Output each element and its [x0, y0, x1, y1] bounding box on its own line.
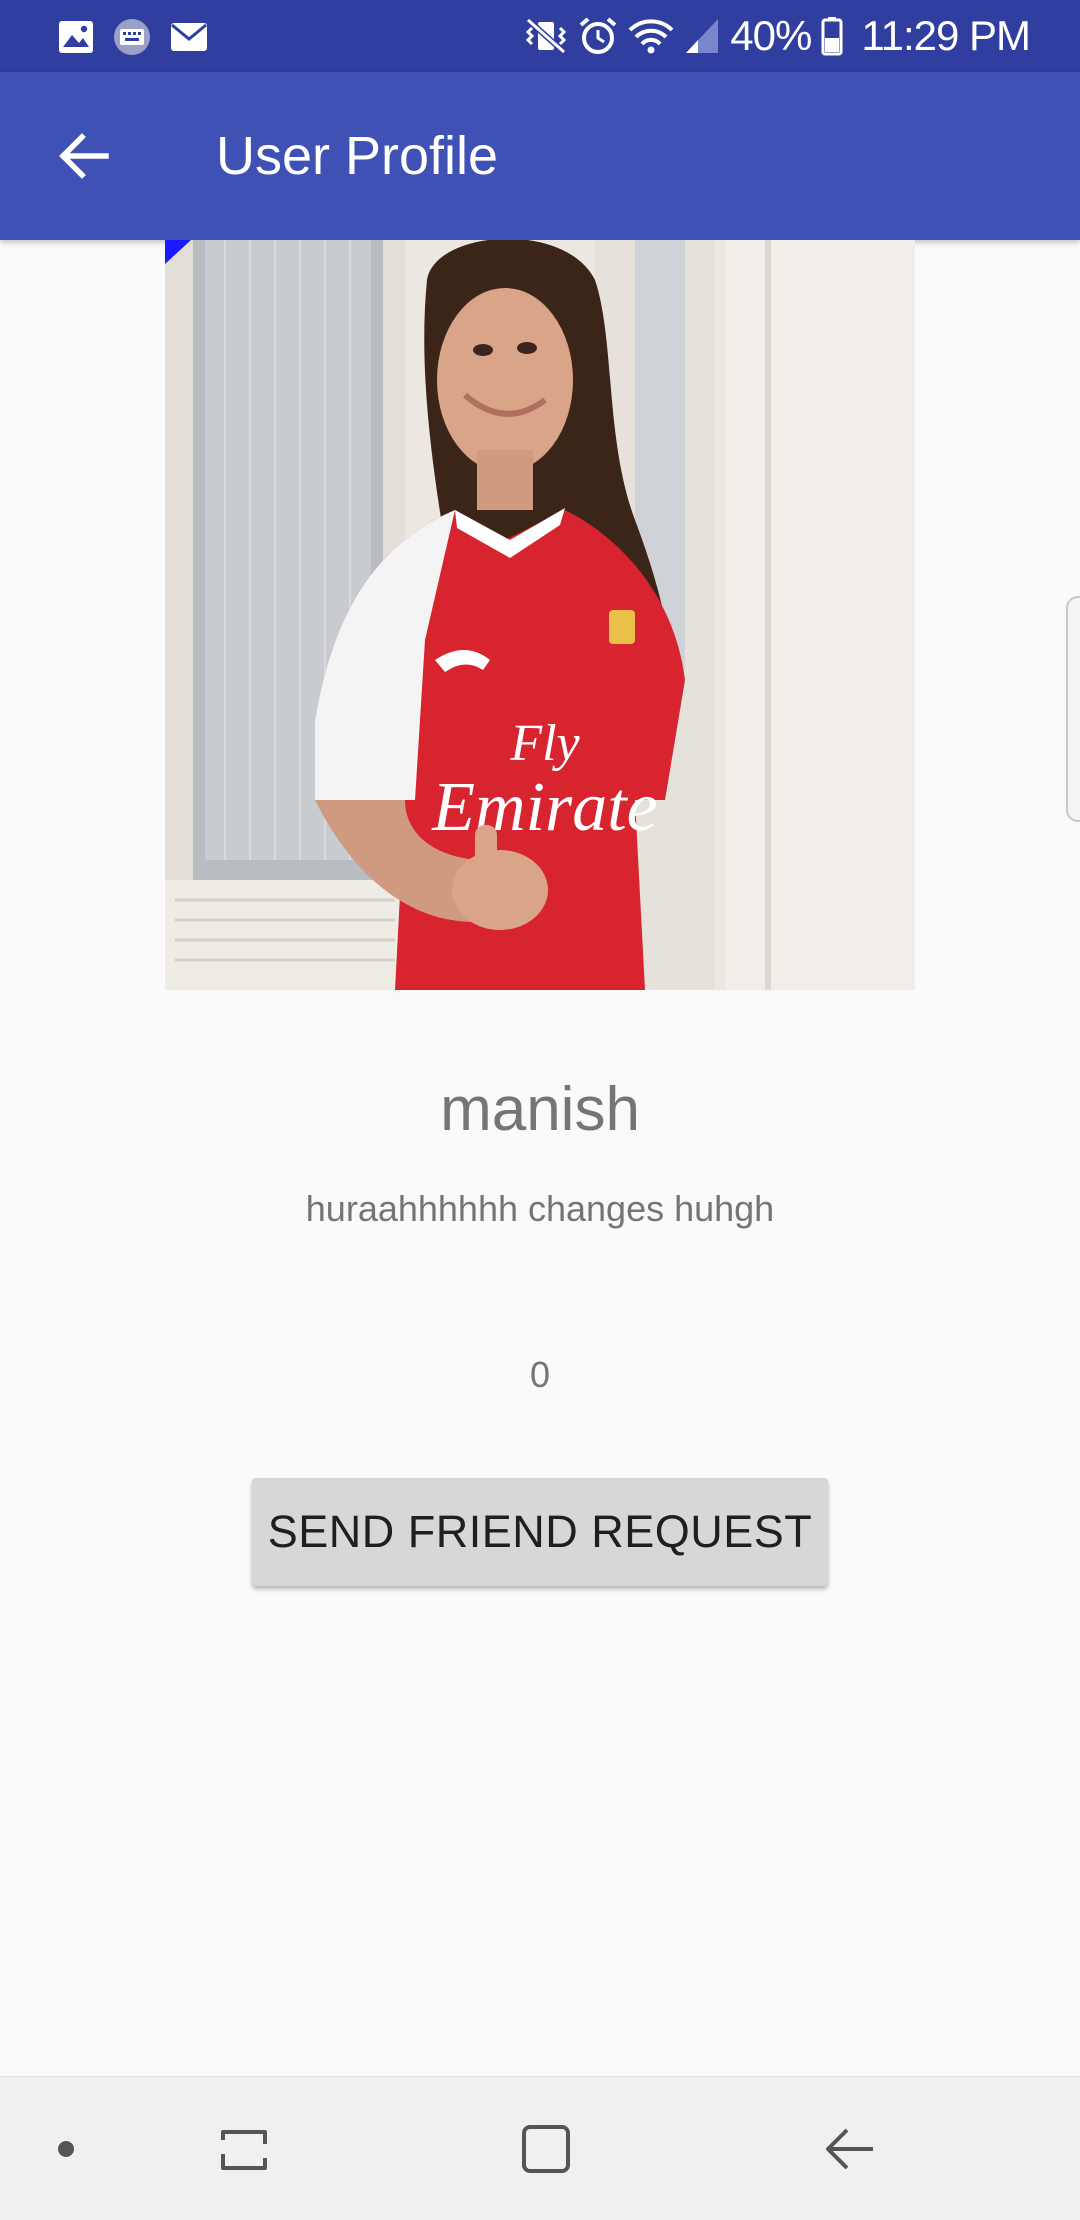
alarm-icon [579, 17, 617, 54]
email-icon [171, 23, 207, 51]
notification-icons [58, 18, 208, 56]
battery-percent: 40% [730, 12, 812, 59]
wifi-icon [628, 19, 674, 54]
arrow-back-icon [59, 133, 109, 179]
recent-apps-button[interactable] [196, 2101, 292, 2197]
clock: 11:29 PM [861, 12, 1031, 59]
signal-icon [686, 19, 719, 53]
home-button[interactable] [498, 2101, 594, 2197]
side-panel-handle[interactable] [1066, 596, 1080, 822]
profile-display-name: manish [440, 1075, 640, 1144]
gallery-icon [59, 21, 93, 53]
home-icon [522, 2125, 570, 2173]
shirt-text-line2: Emirate [431, 769, 658, 846]
recent-apps-icon [221, 2130, 267, 2170]
page-title: User Profile [216, 126, 499, 186]
keyboard-icon [114, 19, 150, 55]
friends-count: 0 [529, 1354, 551, 1395]
nav-back-button[interactable] [802, 2101, 898, 2197]
battery-icon [821, 17, 843, 56]
system-icons: 40% 11:29 PM [524, 12, 1031, 59]
profile-photo: Fly Emirate [165, 240, 915, 990]
send-friend-request-button[interactable]: SEND FRIEND REQUEST [252, 1478, 828, 1586]
dot-icon [58, 2141, 74, 2157]
vibrate-mute-icon [526, 17, 567, 55]
system-nav-bar [0, 2076, 1080, 2220]
profile-status: huraahhhhhh changes huhgh [305, 1188, 775, 1229]
nav-dot-button[interactable] [18, 2101, 114, 2197]
back-button[interactable] [40, 112, 128, 200]
shirt-text-line1: Fly [509, 715, 580, 772]
app-bar: User Profile [0, 72, 1080, 240]
back-icon [826, 2128, 873, 2170]
status-bar: 40% 11:29 PM [0, 0, 1080, 72]
